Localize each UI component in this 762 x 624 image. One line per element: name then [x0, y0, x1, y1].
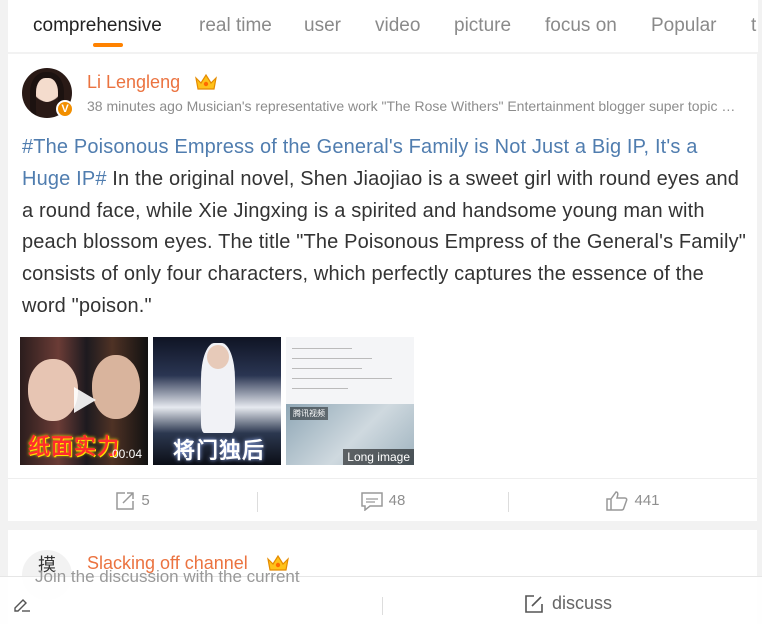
verified-badge-icon: V	[56, 100, 74, 118]
crown-icon	[195, 73, 217, 90]
poster-title: 将门独后	[173, 438, 266, 463]
tab-picture[interactable]: picture	[454, 15, 511, 37]
post-text: #The Poisonous Empress of the General's …	[22, 132, 746, 323]
play-icon	[74, 387, 96, 413]
long-image-label: Long image	[343, 449, 414, 465]
comment-count: 48	[388, 492, 406, 509]
search-tabs: comprehensive real time user video pictu…	[8, 0, 758, 52]
like-count: 441	[634, 492, 660, 509]
active-tab-indicator	[93, 43, 123, 47]
post-meta: 38 minutes ago Musician's representative…	[87, 98, 739, 114]
edit-icon[interactable]	[12, 597, 32, 613]
video-platform-badge: 腾讯视频	[290, 407, 328, 420]
app: comprehensive real time user video pictu…	[0, 0, 762, 624]
tab-real-time[interactable]: real time	[199, 15, 272, 37]
post-image-poster[interactable]: 将门独后	[153, 337, 281, 465]
post-card: V Li Lengleng 38 minutes ago Musician's …	[8, 54, 757, 521]
tab-comprehensive[interactable]: comprehensive	[33, 15, 162, 37]
actor-face	[92, 355, 140, 419]
compose-icon	[525, 594, 543, 613]
poster-head	[207, 345, 229, 369]
bottom-divider	[382, 597, 383, 615]
actress-face	[28, 359, 78, 421]
comment-icon	[360, 491, 383, 511]
tab-video[interactable]: video	[375, 15, 420, 37]
post-username[interactable]: Li Lengleng	[87, 72, 180, 93]
discuss-button[interactable]: discuss	[524, 593, 612, 614]
tab-user[interactable]: user	[304, 15, 341, 37]
video-duration: 00:04	[111, 447, 142, 461]
discuss-label: discuss	[552, 593, 613, 613]
post-image-long[interactable]: 腾讯视频 Long image	[286, 337, 414, 465]
long-image-text-lines	[292, 343, 408, 389]
repost-icon	[116, 491, 135, 510]
repost-button[interactable]: 5	[8, 479, 257, 522]
tab-more[interactable]: t	[751, 15, 756, 37]
post-video-thumbnail[interactable]: 纸面实力 00:04	[20, 337, 148, 465]
tab-focus-on[interactable]: focus on	[545, 15, 617, 37]
comment-button[interactable]: 48	[258, 479, 508, 522]
thumbs-up-icon	[606, 490, 628, 511]
discussion-hint[interactable]: Join the discussion with the current	[35, 567, 300, 587]
post-body: In the original novel, Shen Jiaojiao is …	[22, 167, 746, 317]
like-button[interactable]: 441	[509, 479, 757, 522]
bottom-bar: Join the discussion with the current dis…	[0, 567, 762, 624]
tab-popular[interactable]: Popular	[651, 15, 717, 37]
post-actions: 5 48 441	[8, 478, 757, 521]
repost-count: 5	[141, 492, 150, 509]
